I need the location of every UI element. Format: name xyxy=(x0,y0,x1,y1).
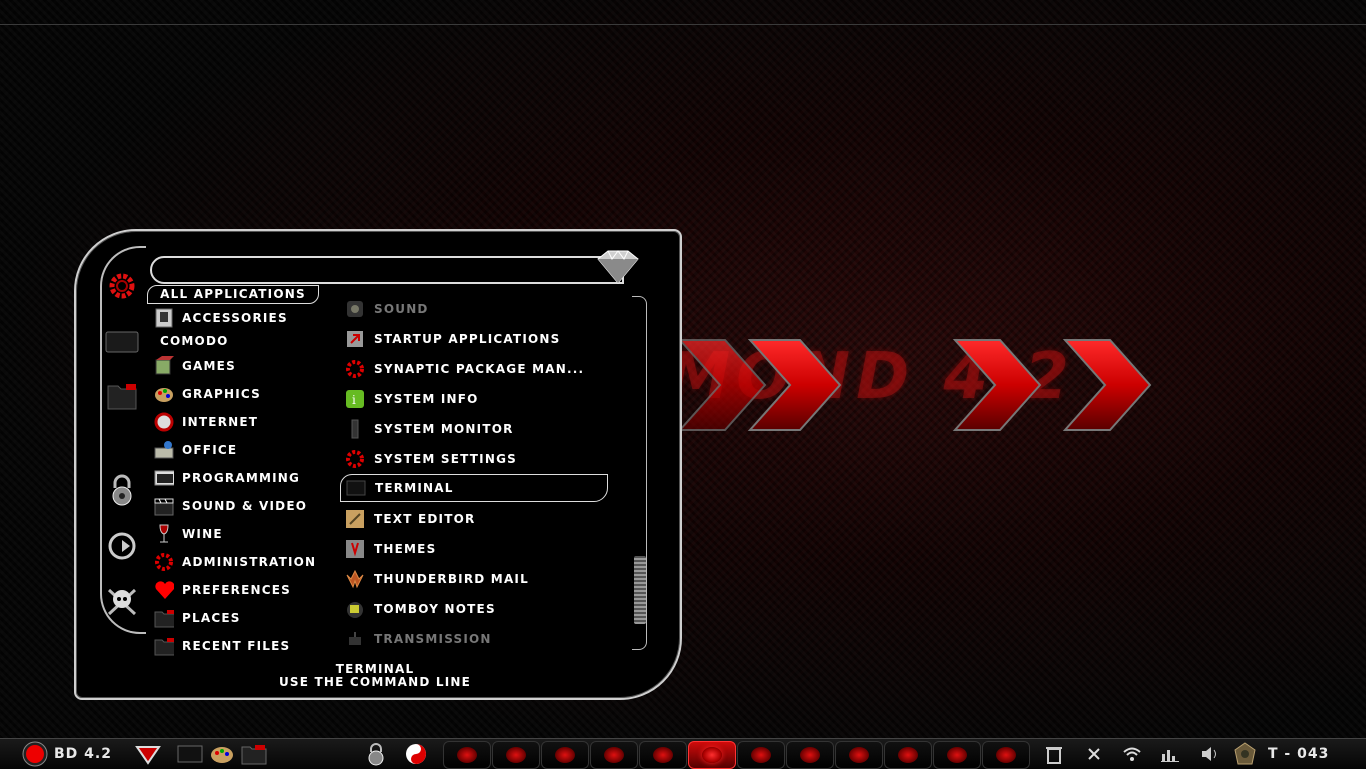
themes-icon xyxy=(344,538,366,560)
category-preferences[interactable]: PREFERENCES xyxy=(154,578,291,602)
clock-display: T - 043 xyxy=(1268,746,1330,762)
workspace-7[interactable] xyxy=(737,741,785,769)
speaker-icon xyxy=(344,298,366,320)
category-graphics[interactable]: GRAPHICS xyxy=(154,382,261,406)
category-comodo[interactable]: COMODO xyxy=(160,329,229,353)
thunderbird-icon xyxy=(344,568,366,590)
diamond-icon xyxy=(597,250,639,284)
folder-icon[interactable] xyxy=(104,378,140,414)
search-input[interactable] xyxy=(162,261,586,279)
app-synaptic[interactable]: SYNAPTIC PACKAGE MAN... xyxy=(344,356,584,382)
category-games[interactable]: GAMES xyxy=(154,354,236,378)
gear-icon[interactable] xyxy=(104,268,140,304)
graphics-icon xyxy=(154,384,174,404)
transmission-icon xyxy=(344,628,366,650)
workspace-1[interactable] xyxy=(443,741,491,769)
workspace-10[interactable] xyxy=(884,741,932,769)
scrollbar-thumb[interactable] xyxy=(634,556,646,624)
workspace-3[interactable] xyxy=(541,741,589,769)
notes-icon xyxy=(344,598,366,620)
category-administration[interactable]: ADMINISTRATION xyxy=(154,550,316,574)
tab-all-applications[interactable]: ALL APPLICATIONS xyxy=(147,285,319,304)
gear-icon xyxy=(154,552,174,572)
gear-icon xyxy=(344,448,366,470)
terminal-icon xyxy=(345,477,367,499)
app-startup-applications[interactable]: STARTUP APPLICATIONS xyxy=(344,326,560,352)
programming-icon xyxy=(154,468,174,488)
start-label[interactable]: BD 4.2 xyxy=(54,741,124,767)
category-accessories[interactable]: ACCESSORIES xyxy=(154,306,288,330)
app-system-monitor[interactable]: SYSTEM MONITOR xyxy=(344,416,514,442)
search-field[interactable] xyxy=(150,256,624,284)
app-transmission[interactable]: TRANSMISSION xyxy=(344,626,492,652)
startup-icon xyxy=(344,328,366,350)
app-tomboy-notes[interactable]: TOMBOY NOTES xyxy=(344,596,496,622)
category-office[interactable]: OFFICE xyxy=(154,438,237,462)
info-icon: i xyxy=(344,388,366,410)
selected-app-description: USE THE COMMAND LINE xyxy=(278,675,472,689)
workspace-12[interactable] xyxy=(982,741,1030,769)
workspace-2[interactable] xyxy=(492,741,540,769)
workspace-11[interactable] xyxy=(933,741,981,769)
top-divider xyxy=(0,24,1366,25)
yin-yang-icon[interactable] xyxy=(402,741,430,767)
folder-icon xyxy=(154,608,174,628)
workspace-6-active[interactable] xyxy=(688,741,736,769)
workspace-8[interactable] xyxy=(786,741,834,769)
category-programming[interactable]: PROGRAMMING xyxy=(154,466,300,490)
office-icon xyxy=(154,440,174,460)
emblem-icon[interactable] xyxy=(1232,741,1258,767)
monitor-icon[interactable] xyxy=(104,324,140,360)
games-icon xyxy=(154,356,174,376)
logout-icon[interactable] xyxy=(104,528,140,564)
accessories-icon xyxy=(154,308,174,328)
app-system-info[interactable]: i SYSTEM INFO xyxy=(344,386,479,412)
volume-icon[interactable] xyxy=(1198,741,1222,767)
svg-text:i: i xyxy=(352,393,356,407)
equalizer-icon[interactable] xyxy=(1158,741,1182,767)
app-terminal[interactable]: TERMINAL xyxy=(340,474,608,502)
gear-icon xyxy=(344,358,366,380)
text-editor-icon xyxy=(344,508,366,530)
padlock-icon[interactable] xyxy=(362,741,390,767)
workspace-9[interactable] xyxy=(835,741,883,769)
folder-icon xyxy=(154,636,174,656)
monitor-icon xyxy=(344,418,366,440)
menu-side-rail xyxy=(100,246,146,634)
category-internet[interactable]: INTERNET xyxy=(154,410,258,434)
trash-icon[interactable] xyxy=(1042,741,1066,767)
workspace-4[interactable] xyxy=(590,741,638,769)
app-text-editor[interactable]: TEXT EDITOR xyxy=(344,506,475,532)
diamond-menu-icon[interactable] xyxy=(134,741,162,767)
padlock-icon[interactable] xyxy=(104,472,140,508)
wine-glass-icon xyxy=(154,524,174,544)
palette-icon[interactable] xyxy=(208,741,236,767)
app-themes[interactable]: THEMES xyxy=(344,536,436,562)
category-wine[interactable]: WINE xyxy=(154,522,223,546)
app-thunderbird-mail[interactable]: THUNDERBIRD MAIL xyxy=(344,566,529,592)
app-system-settings[interactable]: SYSTEM SETTINGS xyxy=(344,446,517,472)
record-icon xyxy=(22,741,48,767)
wifi-icon[interactable] xyxy=(1120,741,1144,767)
workspace-5[interactable] xyxy=(639,741,687,769)
skull-icon[interactable] xyxy=(104,584,140,620)
selected-app-title: TERMINAL xyxy=(335,662,415,676)
internet-icon xyxy=(154,412,174,432)
category-sound-video[interactable]: SOUND & VIDEO xyxy=(154,494,307,518)
category-recent-files[interactable]: RECENT FILES xyxy=(154,634,290,658)
start-button[interactable] xyxy=(20,741,50,767)
app-sound[interactable]: SOUND xyxy=(344,296,429,322)
terminal-launcher-icon[interactable] xyxy=(176,741,204,767)
file-manager-icon[interactable] xyxy=(240,741,268,767)
clapperboard-icon xyxy=(154,496,174,516)
category-places[interactable]: PLACES xyxy=(154,606,241,630)
heart-icon xyxy=(154,580,174,600)
close-icon[interactable] xyxy=(1082,741,1106,767)
